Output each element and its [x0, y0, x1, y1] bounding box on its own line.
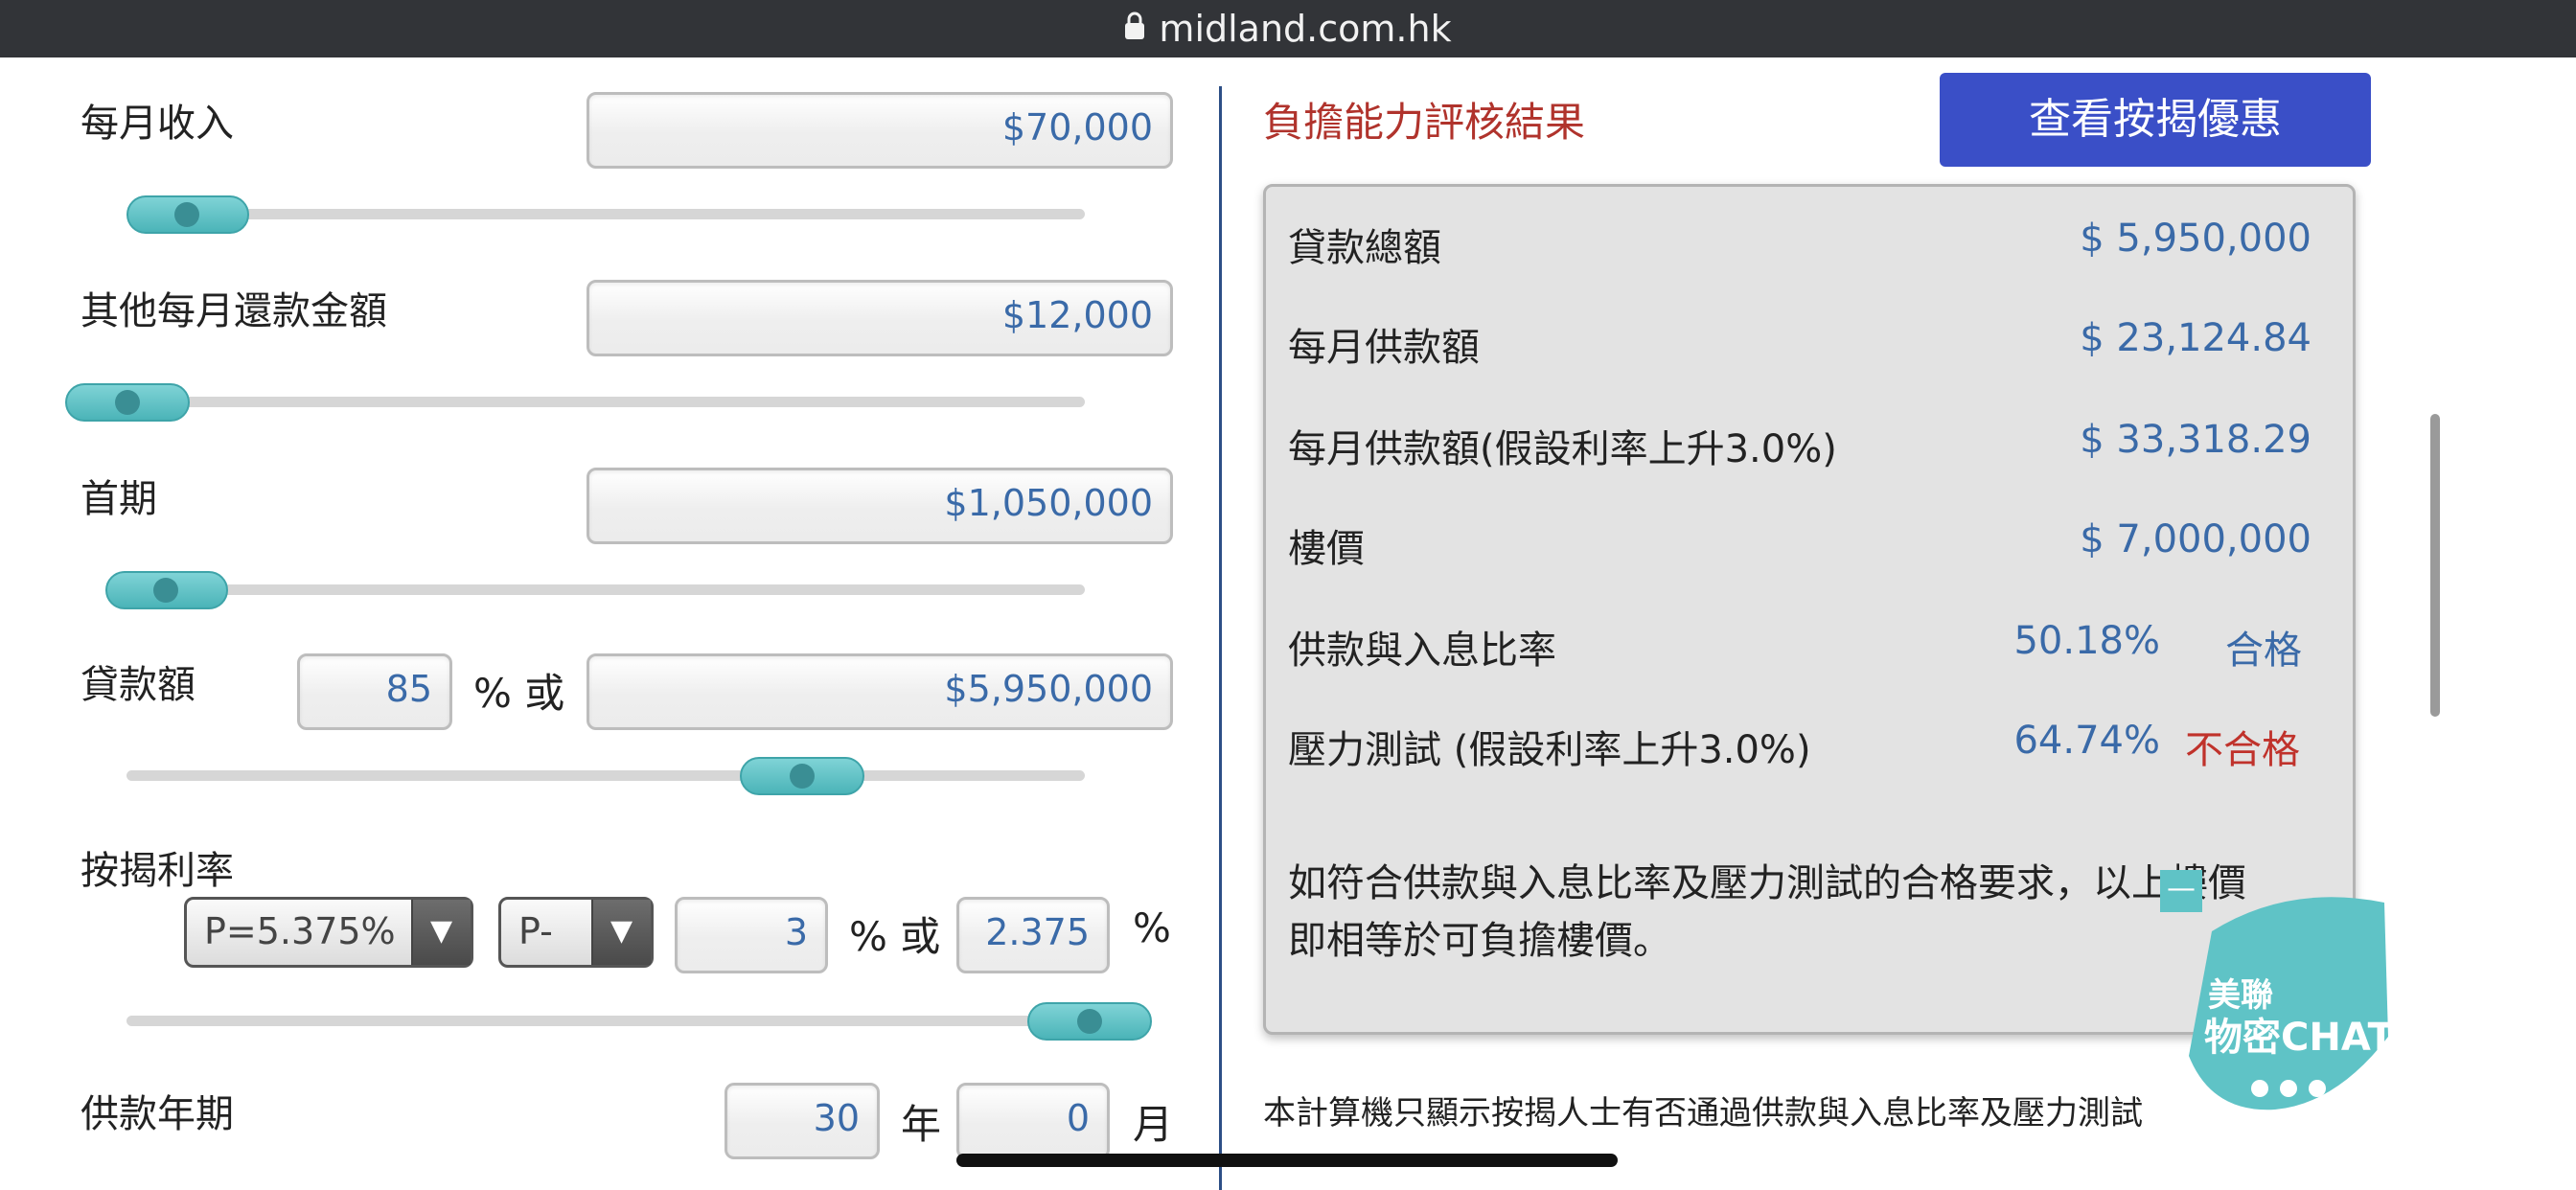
monthly-income-slider-thumb[interactable]: [126, 195, 249, 234]
loan-amount-label: 貸款額: [80, 663, 196, 707]
rate-value-input[interactable]: 2.375: [956, 897, 1110, 973]
home-indicator[interactable]: [956, 1154, 1618, 1167]
rate-mode-value: P-: [518, 910, 553, 952]
rate-slider-track[interactable]: [126, 1016, 1150, 1026]
result-row-value: $ 5,950,000: [2080, 217, 2312, 261]
mortgage-rate-label: 按揭利率: [80, 849, 234, 893]
url-text: midland.com.hk: [1159, 8, 1452, 50]
dsr-value: 50.18%: [2013, 619, 2160, 663]
result-row-label: 樓價: [1288, 527, 1365, 571]
url-display[interactable]: midland.com.hk: [0, 6, 2576, 52]
monthly-income-label: 每月收入: [80, 102, 234, 146]
result-title: 負擔能力評核結果: [1263, 99, 1586, 146]
down-payment-slider-track[interactable]: [105, 584, 1085, 595]
result-row-value: $ 33,318.29: [2080, 418, 2312, 462]
result-row-value: $ 23,124.84: [2080, 316, 2312, 360]
result-note-line-1: 如符合供款與入息比率及壓力測試的合格要求，以上樓價: [1288, 861, 2246, 905]
rate-mode-select[interactable]: P- ▼: [498, 897, 654, 968]
slider-grip-icon: [174, 202, 199, 227]
result-row-label: 貸款總額: [1288, 226, 1441, 270]
rate-or-label: % 或: [849, 913, 941, 960]
slider-grip-icon: [790, 764, 815, 789]
result-row-value: $ 7,000,000: [2080, 517, 2312, 561]
stress-test-label: 壓力測試 (假設利率上升3.0%): [1288, 728, 1811, 772]
lock-icon: [1124, 5, 1145, 51]
rate-slider-thumb[interactable]: [1027, 1002, 1152, 1041]
dsr-status-badge: 合格: [2225, 629, 2302, 673]
dsr-label: 供款與入息比率: [1288, 629, 1556, 673]
other-repayment-slider-track[interactable]: [65, 397, 1085, 407]
down-payment-input[interactable]: $1,050,000: [586, 468, 1173, 544]
loan-slider-thumb[interactable]: [740, 757, 864, 795]
loan-amount-input[interactable]: $5,950,000: [586, 653, 1173, 730]
stress-test-value: 64.74%: [2013, 719, 2160, 763]
other-repayment-slider-thumb[interactable]: [65, 383, 190, 422]
chat-minimize-button[interactable]: —: [2160, 870, 2202, 912]
prime-rate-select[interactable]: P=5.375% ▼: [184, 897, 473, 968]
view-mortgage-offers-button[interactable]: 查看按揭優惠: [1940, 73, 2371, 167]
chat-title-line-2: 物密CHAT: [2204, 1016, 2395, 1060]
monthly-income-slider-track[interactable]: [126, 209, 1085, 219]
scrollbar[interactable]: [2430, 414, 2440, 717]
other-repayment-label: 其他每月還款金額: [80, 289, 387, 333]
tenor-months-input[interactable]: 0: [956, 1083, 1110, 1159]
loan-slider-track[interactable]: [126, 770, 1085, 781]
tenor-years-input[interactable]: 30: [724, 1083, 880, 1159]
monthly-income-input[interactable]: $70,000: [586, 92, 1173, 169]
down-payment-slider-thumb[interactable]: [105, 571, 228, 609]
dropdown-arrow-icon[interactable]: ▼: [411, 900, 471, 965]
slider-grip-icon: [1077, 1009, 1102, 1034]
prime-rate-value: P=5.375%: [204, 910, 396, 952]
rate-percent-unit: %: [1133, 904, 1171, 951]
tenor-label: 供款年期: [80, 1092, 234, 1136]
dropdown-arrow-icon[interactable]: ▼: [591, 900, 651, 965]
tenor-years-unit: 年: [901, 1101, 942, 1148]
loan-percent-or-label: % 或: [473, 670, 565, 717]
down-payment-label: 首期: [80, 477, 157, 521]
result-row-label: 每月供款額(假設利率上升3.0%): [1288, 427, 1837, 471]
column-divider: [1219, 86, 1222, 1190]
disclaimer-text: 本計算機只顯示按揭人士有否通過供款與入息比率及壓力測試: [1263, 1094, 2143, 1133]
chat-bubble-icon: 美聯 物密CHAT: [2189, 897, 2395, 1110]
chat-widget-button[interactable]: 美聯 物密CHAT: [2183, 893, 2396, 1115]
rate-spread-input[interactable]: 3: [675, 897, 828, 973]
slider-grip-icon: [153, 578, 178, 603]
result-note-line-2: 即相等於可負擔樓價。: [1288, 919, 1671, 963]
chat-title-line-1: 美聯: [2208, 976, 2273, 1015]
stress-test-status-badge: 不合格: [2185, 728, 2300, 772]
other-repayment-input[interactable]: $12,000: [586, 280, 1173, 356]
result-row-label: 每月供款額: [1288, 326, 1480, 370]
slider-grip-icon: [115, 390, 140, 415]
tenor-months-unit: 月: [1133, 1101, 1174, 1148]
loan-percent-input[interactable]: 85: [297, 653, 452, 730]
